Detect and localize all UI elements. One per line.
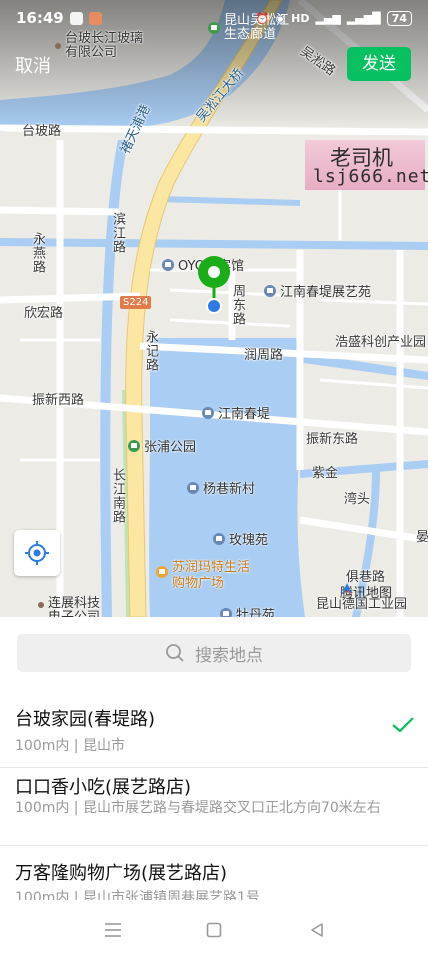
map-label-road: 振新东路 bbox=[306, 432, 359, 447]
map-poi-glass-company[interactable]: 台玻长江玻璃 有限公司 bbox=[55, 32, 143, 60]
map-view[interactable]: 昆山吴淞江 生态廊道 台玻长江玻璃 有限公司 吴淞路 吴淞江大桥 台玻路 褚天浦… bbox=[0, 0, 428, 617]
notification-icon bbox=[69, 11, 83, 25]
signal-icon: ▂▄▆ bbox=[315, 11, 341, 25]
map-label-road: 润周路 bbox=[244, 348, 284, 363]
building-icon bbox=[187, 481, 199, 494]
alarm-icon: ⏰ bbox=[255, 11, 270, 25]
map-label: 玫瑰苑 bbox=[229, 533, 269, 548]
search-input[interactable]: 搜索地点 bbox=[17, 634, 411, 672]
map-poi-mudan[interactable]: 牡丹苑 bbox=[220, 604, 275, 617]
watermark-url: lsj666.net bbox=[313, 166, 428, 187]
map-label-road: 振新西路 bbox=[32, 393, 85, 408]
map-label-road: 周东路 bbox=[230, 284, 245, 326]
map-poi-chundi[interactable]: 江南春堤 bbox=[202, 403, 270, 422]
map-label: 连展科技 电子公司 bbox=[48, 596, 101, 618]
map-label-area: 湾头 bbox=[344, 492, 371, 507]
list-item[interactable]: 台玻家园(春堤路) 100m内 | 昆山市 bbox=[0, 687, 428, 768]
locate-icon bbox=[25, 541, 49, 565]
menu-icon[interactable] bbox=[104, 922, 122, 938]
map-poi-suruan[interactable]: 苏润玛特生活 购物广场 bbox=[156, 560, 250, 592]
place-title: 台玻家园(春堤路) bbox=[15, 709, 156, 730]
map-label: 张浦公园 bbox=[144, 440, 197, 455]
location-status-icon: ◉ bbox=[275, 11, 286, 25]
place-subtitle: 100m内 | 昆山市展艺路与春堤路交叉口正北方向70米左右 bbox=[15, 800, 381, 816]
hd-icon: HD bbox=[291, 11, 310, 25]
send-button[interactable]: 发送 bbox=[347, 47, 411, 81]
map-label-road: 滨江路 bbox=[110, 212, 125, 254]
cancel-button[interactable]: 取消 bbox=[15, 52, 51, 78]
map-provider-logo: 腾讯地图 bbox=[340, 582, 392, 601]
map-label: 江南春堤 bbox=[218, 407, 271, 422]
check-icon bbox=[392, 717, 414, 733]
building-icon bbox=[220, 607, 232, 617]
poi-dot-icon bbox=[38, 602, 44, 608]
watermark: 老司机 lsj666.net bbox=[305, 140, 428, 190]
map-label-area: 浩盛科创产业园 bbox=[335, 335, 427, 350]
screen: 昆山吴淞江 生态廊道 台玻长江玻璃 有限公司 吴淞路 吴淞江大桥 台玻路 褚天浦… bbox=[0, 0, 428, 959]
map-label-road: 长江南路 bbox=[110, 468, 125, 524]
place-subtitle: 100m内 | 昆山市 bbox=[15, 738, 125, 754]
map-label-road: 台玻路 bbox=[22, 124, 62, 139]
tencent-map-icon bbox=[342, 583, 352, 594]
home-icon[interactable] bbox=[206, 922, 222, 938]
map-poi-zhangpu-park[interactable]: 张浦公园 bbox=[128, 436, 196, 455]
building-icon bbox=[264, 284, 276, 297]
location-pin[interactable] bbox=[196, 254, 232, 324]
map-poi-lianchen[interactable]: 连展科技 电子公司 bbox=[38, 597, 100, 617]
list-item[interactable]: 口口香小吃(展艺路店) 100m内 | 昆山市展艺路与春堤路交叉口正北方向70米… bbox=[0, 767, 428, 846]
map-label: 苏润玛特生活 购物广场 bbox=[172, 560, 251, 591]
battery-indicator: 74 bbox=[386, 10, 412, 26]
place-title: 万客隆购物广场(展艺路店) bbox=[15, 863, 228, 884]
map-label: 江南春堤展艺苑 bbox=[280, 285, 372, 300]
map-label-road: 欣宏路 bbox=[24, 306, 64, 321]
system-nav-bar bbox=[0, 900, 428, 959]
search-icon bbox=[166, 644, 184, 662]
hotel-icon bbox=[162, 258, 174, 271]
map-label: 杨巷新村 bbox=[203, 482, 256, 497]
status-time: 16:49 bbox=[16, 9, 64, 27]
wifi-signal-icon: ▂▄▆█ bbox=[346, 11, 381, 25]
locate-button[interactable] bbox=[14, 530, 60, 576]
poi-dot-icon bbox=[55, 43, 61, 49]
search-placeholder: 搜索地点 bbox=[195, 645, 263, 666]
map-poi-yangxiang[interactable]: 杨巷新村 bbox=[187, 478, 255, 497]
highway-shield: S224 bbox=[120, 296, 152, 309]
shopping-icon bbox=[156, 566, 168, 578]
notification-icon bbox=[88, 11, 102, 25]
building-icon bbox=[213, 532, 225, 545]
building-icon bbox=[202, 406, 214, 419]
map-label: 台玻长江玻璃 有限公司 bbox=[65, 31, 144, 60]
map-label-area: 晏 bbox=[416, 530, 428, 545]
map-label: 牡丹苑 bbox=[236, 608, 276, 617]
back-icon[interactable] bbox=[309, 922, 325, 938]
map-label-road: 永记路 bbox=[143, 330, 158, 372]
map-label-area: 紫金 bbox=[312, 466, 339, 481]
park-icon bbox=[128, 439, 140, 452]
place-title: 口口香小吃(展艺路店) bbox=[15, 777, 192, 798]
map-pin-icon bbox=[198, 256, 230, 314]
map-poi-zhanyi[interactable]: 江南春堤展艺苑 bbox=[264, 281, 371, 300]
status-bar: 16:49 ⏰ ◉ HD ▂▄▆ ▂▄▆█ 74 bbox=[0, 0, 428, 36]
map-poi-meigui[interactable]: 玫瑰苑 bbox=[213, 529, 268, 548]
map-label-road: 永燕路 bbox=[30, 232, 45, 274]
